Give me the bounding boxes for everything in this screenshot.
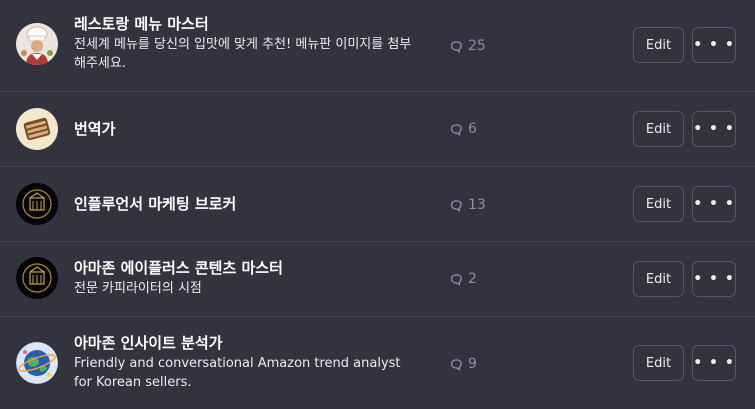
globe-icon bbox=[16, 342, 58, 384]
gpt-title: 레스토랑 메뉴 마스터 bbox=[74, 15, 209, 33]
chat-bubble-icon bbox=[450, 358, 462, 371]
gpt-title: 번역가 bbox=[74, 120, 116, 138]
ellipsis-icon: • • • bbox=[693, 355, 735, 371]
gpt-list: 레스토랑 메뉴 마스터 전세계 메뉴를 당신의 입맛에 맞게 추천! 메뉴판 이… bbox=[0, 0, 755, 409]
conversation-count-value: 2 bbox=[468, 271, 477, 287]
ellipsis-icon: • • • bbox=[693, 271, 735, 287]
more-options-button[interactable]: • • • bbox=[692, 345, 736, 381]
ellipsis-icon: • • • bbox=[693, 196, 735, 212]
gpt-row[interactable]: 아마존 에이플러스 콘텐츠 마스터 전문 카피라이터의 시점 2 Edit • … bbox=[0, 242, 755, 317]
gpt-title: 아마존 인사이트 분석가 bbox=[74, 334, 223, 352]
conversation-count: 9 bbox=[450, 354, 477, 374]
conversation-count: 13 bbox=[450, 195, 486, 215]
conversation-count: 2 bbox=[450, 269, 477, 289]
ellipsis-icon: • • • bbox=[693, 37, 735, 53]
more-options-button[interactable]: • • • bbox=[692, 186, 736, 222]
gpt-description: 전세계 메뉴를 당신의 입맛에 맞게 추천! 메뉴판 이미지를 첨부해주세요. bbox=[74, 37, 412, 71]
conversation-count-value: 13 bbox=[468, 197, 486, 213]
chat-bubble-icon bbox=[450, 199, 462, 212]
chef-icon bbox=[16, 23, 58, 65]
conversation-count-value: 6 bbox=[468, 121, 477, 137]
gpt-row[interactable]: 아마존 인사이트 분석가 Friendly and conversational… bbox=[0, 317, 755, 409]
gold-crest-icon bbox=[16, 257, 58, 299]
edit-button[interactable]: Edit bbox=[633, 261, 684, 297]
gpt-title: 아마존 에이플러스 콘텐츠 마스터 bbox=[74, 259, 283, 277]
chat-bubble-icon bbox=[450, 123, 462, 136]
gpt-row[interactable]: 인플루언서 마케팅 브로커 13 Edit • • • bbox=[0, 167, 755, 242]
conversation-count: 6 bbox=[450, 119, 477, 139]
edit-button[interactable]: Edit bbox=[633, 345, 684, 381]
gold-crest-icon bbox=[16, 183, 58, 225]
gpt-row[interactable]: 레스토랑 메뉴 마스터 전세계 메뉴를 당신의 입맛에 맞게 추천! 메뉴판 이… bbox=[0, 0, 755, 92]
more-options-button[interactable]: • • • bbox=[692, 27, 736, 63]
conversation-count-value: 9 bbox=[468, 356, 477, 372]
gpt-description: Friendly and conversational Amazon trend… bbox=[74, 356, 401, 390]
more-options-button[interactable]: • • • bbox=[692, 111, 736, 147]
gpt-title: 인플루언서 마케팅 브로커 bbox=[74, 195, 237, 213]
chat-bubble-icon bbox=[450, 40, 462, 53]
conversation-count: 25 bbox=[450, 36, 486, 56]
edit-button[interactable]: Edit bbox=[633, 186, 684, 222]
more-options-button[interactable]: • • • bbox=[692, 261, 736, 297]
conversation-count-value: 25 bbox=[468, 38, 486, 54]
scroll-icon bbox=[16, 108, 58, 150]
gpt-row[interactable]: 번역가 6 Edit • • • bbox=[0, 92, 755, 167]
gpt-description: 전문 카피라이터의 시점 bbox=[74, 281, 202, 296]
chat-bubble-icon bbox=[450, 273, 462, 286]
edit-button[interactable]: Edit bbox=[633, 111, 684, 147]
edit-button[interactable]: Edit bbox=[633, 27, 684, 63]
ellipsis-icon: • • • bbox=[693, 121, 735, 137]
